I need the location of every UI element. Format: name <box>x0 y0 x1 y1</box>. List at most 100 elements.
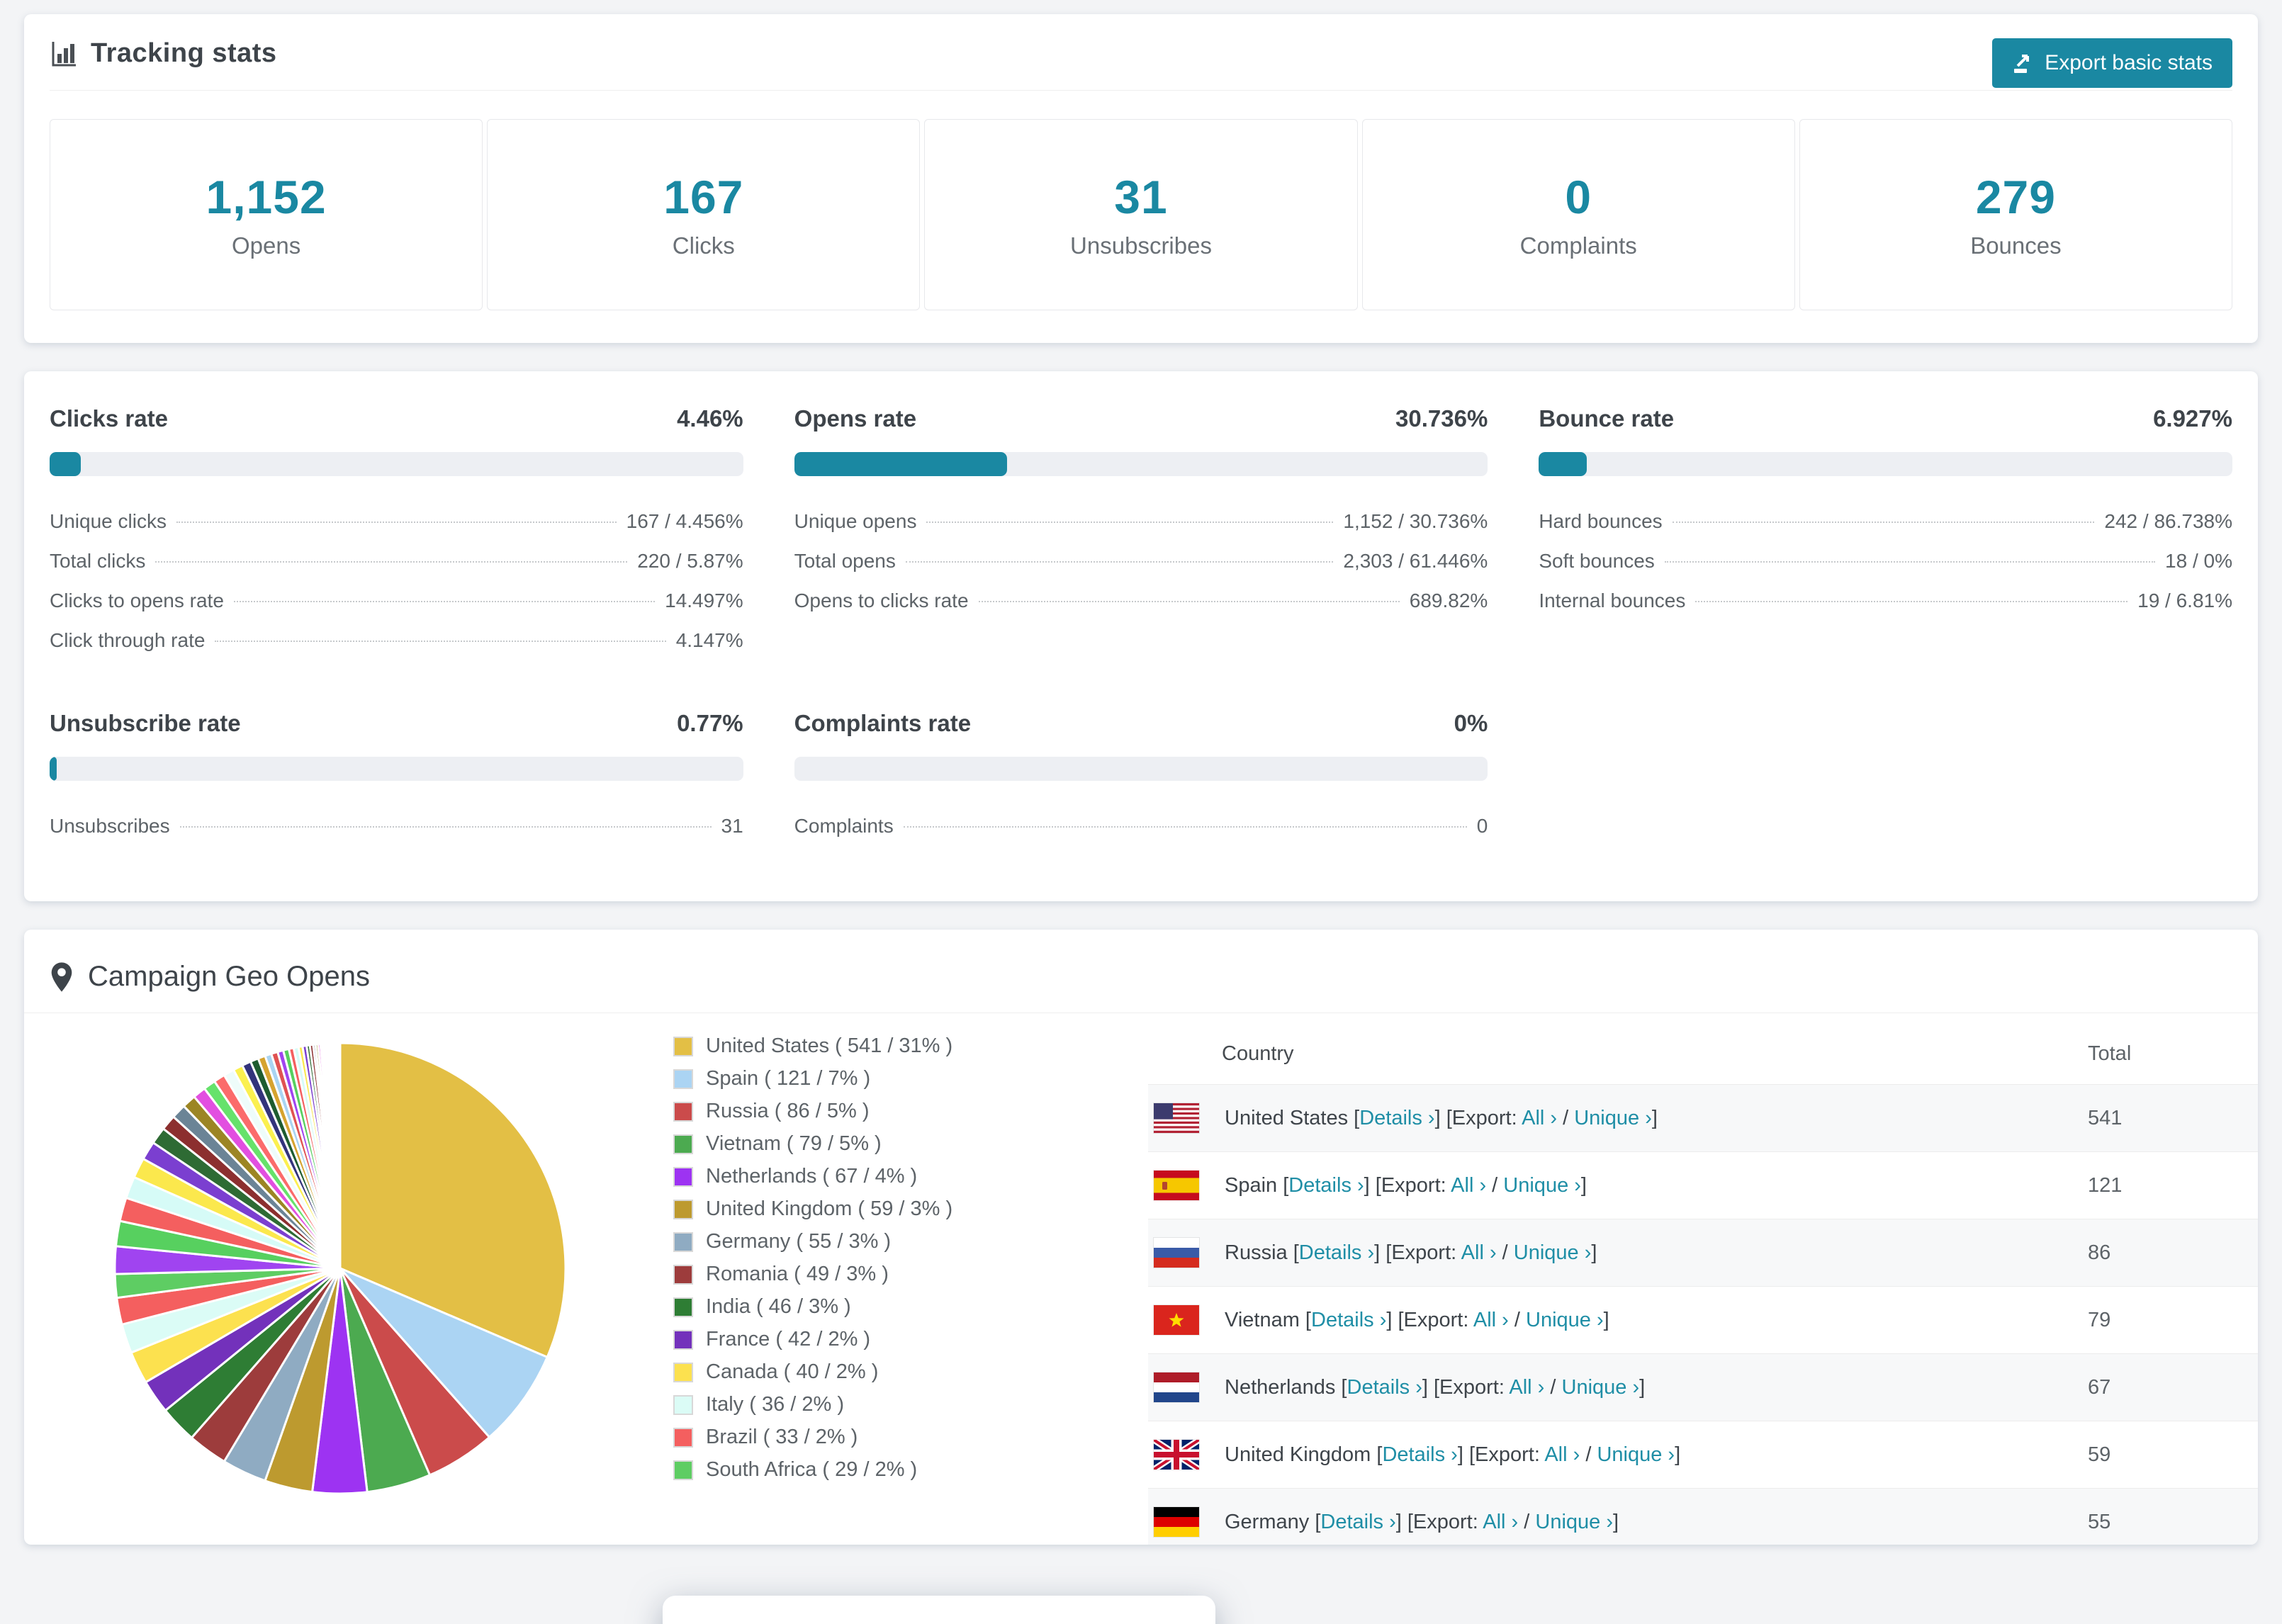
legend-item-south-africa: South Africa ( 29 / 2% ) <box>673 1458 1148 1482</box>
export-unique-link[interactable]: Unique › <box>1535 1511 1613 1533</box>
country-flag-de <box>1154 1507 1199 1537</box>
legend-item-romania: Romania ( 49 / 3% ) <box>673 1263 1148 1286</box>
rate-row-value: 18 / 0% <box>2165 550 2232 572</box>
country-name: Spain <box>1225 1173 1278 1197</box>
details-link[interactable]: Details › <box>1320 1511 1395 1533</box>
export-unique-link[interactable]: Unique › <box>1597 1443 1675 1466</box>
stat-label: Unsubscribes <box>1070 232 1212 259</box>
rate-row-label: Hard bounces <box>1539 510 1663 532</box>
rate-card-complaints-rate: Complaints rate 0% Complaints 0 <box>794 710 1488 838</box>
pie-slice-other <box>338 1042 342 1269</box>
geo-table: Country Total United States [Details ›] … <box>1148 1023 2258 1545</box>
export-all-link[interactable]: All › <box>1461 1241 1497 1264</box>
dotted-leader <box>905 561 1334 563</box>
rate-row-label: Total opens <box>794 550 896 572</box>
rate-row-value: 31 <box>721 815 743 837</box>
legend-swatch <box>673 1231 693 1252</box>
geo-table-header: Country Total <box>1148 1023 2258 1084</box>
rate-row: Total opens 2,303 / 61.446% <box>794 550 1488 573</box>
legend-swatch <box>673 1329 693 1350</box>
legend-item-united-states: United States ( 541 / 31% ) <box>673 1034 1148 1058</box>
export-basic-stats-button[interactable]: Export basic stats <box>1992 38 2232 88</box>
stat-label: Clicks <box>672 232 735 259</box>
rate-row-value: 242 / 86.738% <box>2104 510 2232 532</box>
details-link[interactable]: Details › <box>1382 1443 1457 1466</box>
export-unique-link[interactable]: Unique › <box>1514 1241 1592 1264</box>
geo-table-row-es: Spain [Details ›] [Export: All › / Uniqu… <box>1148 1151 2258 1219</box>
export-unique-link[interactable]: Unique › <box>1562 1376 1640 1399</box>
country-cell: Vietnam [Details ›] [Export: All › / Uni… <box>1225 1308 1609 1331</box>
country-name: Germany <box>1225 1510 1310 1533</box>
legend-label: France ( 42 / 2% ) <box>706 1328 871 1350</box>
legend-item-brazil: Brazil ( 33 / 2% ) <box>673 1426 1148 1449</box>
legend-swatch <box>673 1297 693 1317</box>
legend-item-netherlands: Netherlands ( 67 / 4% ) <box>673 1165 1148 1188</box>
rate-percentage: 0.77% <box>677 710 743 736</box>
export-unique-link[interactable]: Unique › <box>1503 1174 1581 1197</box>
details-link[interactable]: Details › <box>1299 1241 1374 1264</box>
geo-header: Campaign Geo Opens <box>50 961 2258 993</box>
rate-row-value: 4.147% <box>675 629 743 651</box>
details-link[interactable]: Details › <box>1288 1174 1364 1197</box>
rate-row-label: Total clicks <box>50 550 146 572</box>
stat-box-clicks: 167 Clicks <box>487 119 921 310</box>
row-total: 67 <box>2088 1375 2111 1399</box>
legend-swatch <box>673 1362 693 1382</box>
rate-row-label: Unsubscribes <box>50 815 170 837</box>
rate-percentage: 30.736% <box>1395 405 1488 432</box>
legend-item-spain: Spain ( 121 / 7% ) <box>673 1067 1148 1090</box>
summary-stats: 1,152 Opens 167 Clicks 31 Unsubscribes 0 Compla… <box>50 119 2233 310</box>
rate-row-label: Soft bounces <box>1539 550 1655 572</box>
details-link[interactable]: Details › <box>1347 1376 1422 1399</box>
legend-swatch <box>673 1427 693 1448</box>
rate-card-bounce-rate: Bounce rate 6.927% Hard bounces 242 / 86.73… <box>1539 405 2232 652</box>
rate-card-unsubscribe-rate: Unsubscribe rate 0.77% Unsubscribes 31 <box>50 710 743 838</box>
dotted-leader <box>179 826 712 828</box>
geo-table-row-nl: Netherlands [Details ›] [Export: All › /… <box>1148 1353 2258 1421</box>
stat-box-complaints: 0 Complaints <box>1361 119 1795 310</box>
country-cell: Russia [Details ›] [Export: All › / Uniq… <box>1225 1241 1597 1264</box>
rate-row-value: 14.497% <box>665 590 743 611</box>
export-button-label: Export basic stats <box>2045 51 2213 74</box>
legend-item-germany: Germany ( 55 / 3% ) <box>673 1230 1148 1253</box>
rate-row-label: Internal bounces <box>1539 590 1686 611</box>
geo-pie-chart <box>50 1023 673 1545</box>
export-all-link[interactable]: All › <box>1522 1107 1557 1129</box>
country-cell: Spain [Details ›] [Export: All › / Uniqu… <box>1225 1173 1587 1197</box>
details-link[interactable]: Details › <box>1311 1309 1386 1331</box>
campaign-geo-opens-card: Campaign Geo Opens United States ( 541 /… <box>24 930 2258 1545</box>
rate-row: Soft bounces 18 / 0% <box>1539 550 2232 573</box>
row-total: 79 <box>2088 1308 2111 1331</box>
legend-label: Italy ( 36 / 2% ) <box>706 1393 845 1416</box>
row-total: 86 <box>2088 1241 2111 1264</box>
country-flag-vn <box>1154 1305 1199 1335</box>
page-title: Tracking stats <box>91 38 277 68</box>
details-link[interactable]: Details › <box>1359 1107 1434 1129</box>
stat-value: 0 <box>1565 171 1592 223</box>
rate-row-value: 689.82% <box>1409 590 1488 611</box>
export-all-link[interactable]: All › <box>1473 1309 1509 1331</box>
country-flag-gb <box>1154 1440 1199 1470</box>
country-cell: United States [Details ›] [Export: All ›… <box>1225 1106 1658 1129</box>
rate-row: Click through rate 4.147% <box>50 629 743 652</box>
geo-table-body: United States [Details ›] [Export: All ›… <box>1148 1084 2258 1545</box>
export-all-link[interactable]: All › <box>1483 1511 1518 1533</box>
legend-label: United States ( 541 / 31% ) <box>706 1034 953 1057</box>
export-unique-link[interactable]: Unique › <box>1574 1107 1652 1129</box>
rate-row-value: 19 / 6.81% <box>2137 590 2232 611</box>
rate-row-label: Unique opens <box>794 510 917 532</box>
export-unique-link[interactable]: Unique › <box>1526 1309 1604 1331</box>
partial-bottom-popup <box>663 1596 1215 1624</box>
legend-label: Canada ( 40 / 2% ) <box>706 1360 879 1383</box>
stat-box-bounces: 279 Bounces <box>1799 119 2233 310</box>
export-all-link[interactable]: All › <box>1509 1376 1544 1399</box>
rate-card-opens-rate: Opens rate 30.736% Unique opens 1,152 / 30.… <box>794 405 1488 652</box>
header-divider <box>50 90 2232 91</box>
rate-row: Unique opens 1,152 / 30.736% <box>794 510 1488 533</box>
rate-row-label: Unique clicks <box>50 510 167 532</box>
export-all-link[interactable]: All › <box>1451 1174 1486 1197</box>
rate-row: Unique clicks 167 / 4.456% <box>50 510 743 533</box>
legend-swatch <box>673 1068 693 1089</box>
pie-chart-svg <box>113 1042 567 1495</box>
export-all-link[interactable]: All › <box>1544 1443 1580 1466</box>
